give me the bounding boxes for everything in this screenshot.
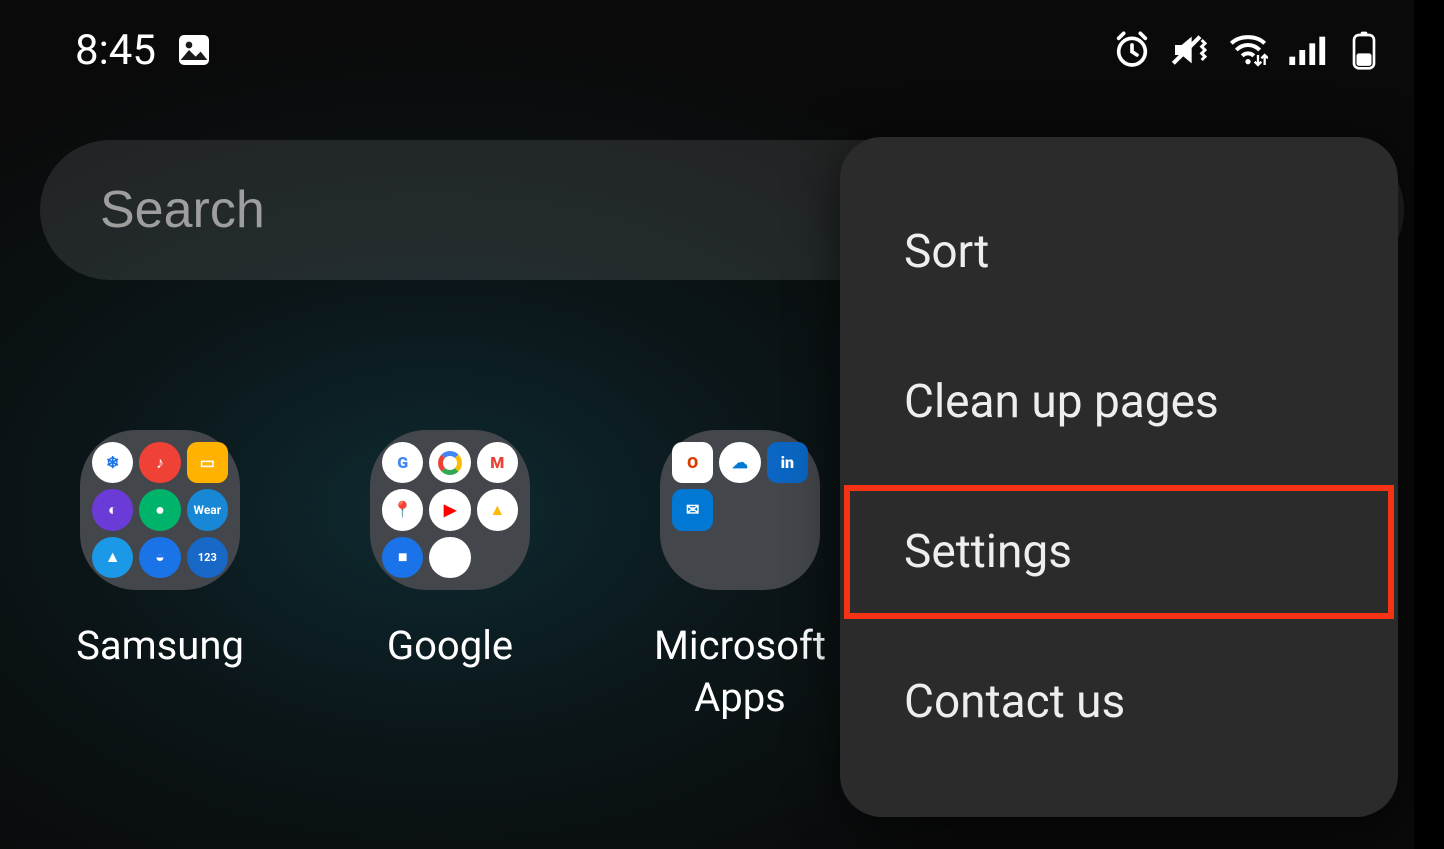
status-right xyxy=(1112,30,1384,70)
folder-google-icon: G M 📍 ▶ ▲ ■ ✦ xyxy=(370,430,530,590)
screenshot-icon xyxy=(174,30,214,70)
folder-microsoft[interactable]: O ☁ in ✉ Microsoft Apps xyxy=(640,430,840,724)
menu-item-sort[interactable]: Sort xyxy=(840,177,1398,327)
mute-vibrate-icon xyxy=(1170,30,1210,70)
folder-label: Samsung xyxy=(76,620,244,672)
folder-label: Microsoft Apps xyxy=(654,620,826,724)
status-time: 8:45 xyxy=(75,26,156,75)
app-folders-row: ❄ ♪ ▭ ◐ ● Wear ▲ ◒ 123 Samsung G M 📍 ▶ ▲… xyxy=(60,430,840,724)
options-menu: Sort Clean up pages Settings Contact us xyxy=(840,137,1398,817)
folder-label: Google xyxy=(387,620,513,672)
folder-samsung[interactable]: ❄ ♪ ▭ ◐ ● Wear ▲ ◒ 123 Samsung xyxy=(60,430,260,724)
menu-item-label: Clean up pages xyxy=(904,375,1219,429)
folder-google[interactable]: G M 📍 ▶ ▲ ■ ✦ Google xyxy=(350,430,550,724)
menu-item-contact-us[interactable]: Contact us xyxy=(840,627,1398,777)
right-edge xyxy=(1414,0,1444,849)
wifi-icon xyxy=(1228,30,1268,70)
signal-icon xyxy=(1286,30,1326,70)
status-left: 8:45 xyxy=(75,26,214,75)
menu-item-clean-up-pages[interactable]: Clean up pages xyxy=(840,327,1398,477)
alarm-icon xyxy=(1112,30,1152,70)
menu-item-label: Contact us xyxy=(904,675,1125,729)
status-bar: 8:45 xyxy=(0,0,1444,100)
menu-item-label: Sort xyxy=(904,225,989,279)
folder-microsoft-icon: O ☁ in ✉ xyxy=(660,430,820,590)
menu-item-label: Settings xyxy=(904,525,1072,579)
battery-icon xyxy=(1344,30,1384,70)
folder-samsung-icon: ❄ ♪ ▭ ◐ ● Wear ▲ ◒ 123 xyxy=(80,430,240,590)
menu-item-settings[interactable]: Settings xyxy=(840,477,1398,627)
